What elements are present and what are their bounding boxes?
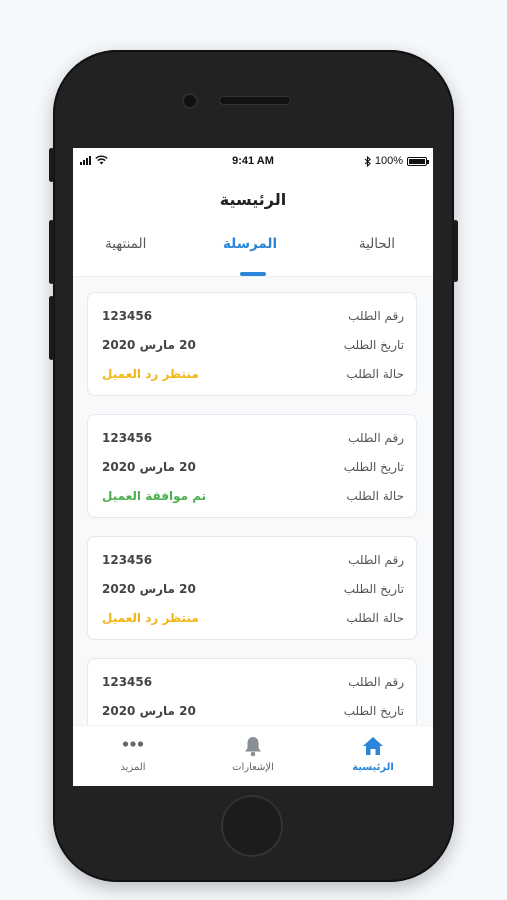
nav-more-label: المزيد bbox=[120, 762, 146, 773]
request-card[interactable]: رقم الطلب 123456 تاريخ الطلب 20 مارس 2020 … bbox=[87, 536, 417, 640]
battery-icon bbox=[407, 156, 429, 166]
request-status-label: حالة الطلب bbox=[346, 367, 404, 381]
nav-home-label: الرئيسية bbox=[352, 762, 394, 773]
volume-up-button bbox=[49, 220, 54, 284]
request-date: 20 مارس 2020 bbox=[102, 338, 196, 352]
request-card[interactable]: رقم الطلب 123456 تاريخ الطلب 20 مارس 2020 … bbox=[87, 292, 417, 396]
tab-finished[interactable]: المنتهية bbox=[105, 236, 146, 252]
bluetooth-icon bbox=[364, 155, 371, 167]
volume-down-button bbox=[49, 296, 54, 360]
requests-list[interactable]: رقم الطلب 123456 تاريخ الطلب 20 مارس 2020 … bbox=[73, 277, 433, 725]
nav-more[interactable]: المزيد bbox=[73, 726, 193, 786]
bell-icon bbox=[245, 737, 261, 757]
app-screen: 9:41 AM 100% الرئيسية الحالية المرسلة ال… bbox=[73, 148, 433, 786]
request-date-label: تاريخ الطلب bbox=[343, 460, 404, 474]
status-bar: 9:41 AM 100% bbox=[73, 148, 433, 174]
request-date: 20 مارس 2020 bbox=[102, 704, 196, 718]
bottom-nav: الرئيسية الإشعارات المزيد bbox=[73, 725, 433, 786]
request-number: 123456 bbox=[102, 309, 153, 323]
request-card[interactable]: رقم الطلب 123456 تاريخ الطلب 20 مارس 2020 bbox=[87, 658, 417, 725]
request-status: منتظر رد العميل bbox=[102, 367, 199, 381]
power-button bbox=[453, 220, 458, 282]
battery-group: 100% bbox=[364, 155, 429, 167]
home-icon bbox=[363, 737, 383, 755]
request-date-label: تاريخ الطلب bbox=[343, 338, 404, 352]
request-number-label: رقم الطلب bbox=[348, 553, 404, 567]
request-date: 20 مارس 2020 bbox=[102, 582, 196, 596]
more-icon bbox=[122, 741, 144, 747]
request-status: تم موافقة العميل bbox=[102, 489, 207, 503]
request-date: 20 مارس 2020 bbox=[102, 460, 196, 474]
request-number-label: رقم الطلب bbox=[348, 675, 404, 689]
nav-notifications[interactable]: الإشعارات bbox=[193, 726, 313, 786]
nav-notifications-label: الإشعارات bbox=[232, 762, 274, 773]
front-camera bbox=[184, 95, 196, 107]
request-number-label: رقم الطلب bbox=[348, 309, 404, 323]
request-status-label: حالة الطلب bbox=[346, 611, 404, 625]
page-title: الرئيسية bbox=[219, 190, 287, 209]
request-number: 123456 bbox=[102, 553, 153, 567]
tab-sent[interactable]: المرسلة bbox=[223, 236, 277, 252]
request-date-label: تاريخ الطلب bbox=[343, 704, 404, 718]
home-button[interactable] bbox=[223, 797, 281, 855]
mute-switch bbox=[49, 148, 54, 182]
earpiece-speaker bbox=[220, 97, 290, 104]
request-date-label: تاريخ الطلب bbox=[343, 582, 404, 596]
request-status: منتظر رد العميل bbox=[102, 611, 199, 625]
battery-percent: 100% bbox=[374, 155, 403, 167]
battery-fill bbox=[409, 158, 425, 164]
tab-bar: الحالية المرسلة المنتهية bbox=[73, 236, 433, 276]
tab-current[interactable]: الحالية bbox=[359, 236, 395, 252]
request-number: 123456 bbox=[102, 431, 153, 445]
request-card[interactable]: رقم الطلب 123456 تاريخ الطلب 20 مارس 2020 … bbox=[87, 414, 417, 518]
request-status-label: حالة الطلب bbox=[346, 489, 404, 503]
request-number-label: رقم الطلب bbox=[348, 431, 404, 445]
request-number: 123456 bbox=[102, 675, 153, 689]
nav-home[interactable]: الرئيسية bbox=[313, 726, 433, 786]
